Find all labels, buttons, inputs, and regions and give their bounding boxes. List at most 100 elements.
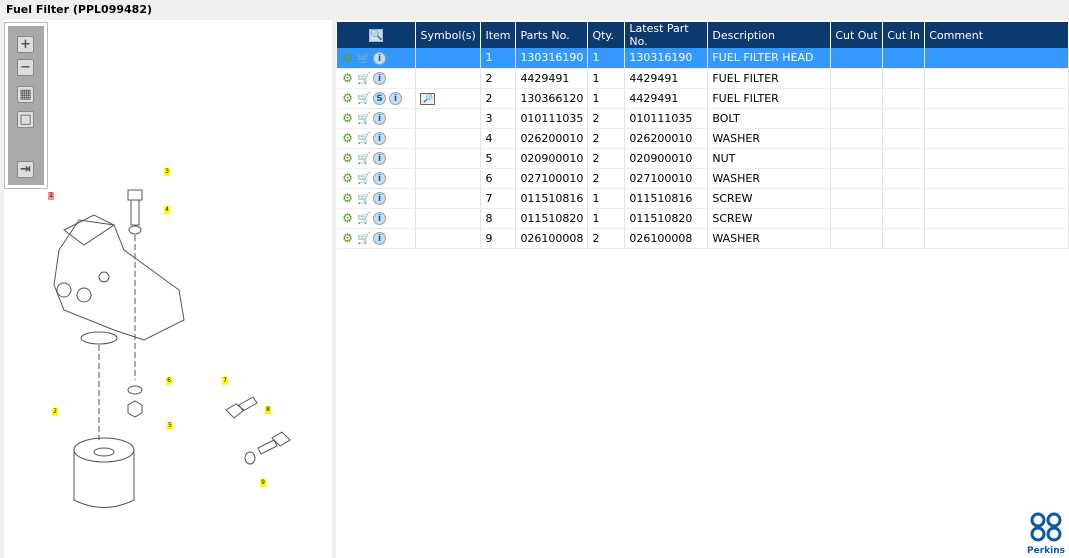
- gear-icon[interactable]: ⚙: [341, 191, 354, 205]
- part-cell: 027100010: [515, 168, 589, 189]
- book-icon[interactable]: 🔎: [420, 93, 436, 105]
- column-header[interactable]: Comment: [924, 22, 1069, 48]
- comment-cell: [924, 188, 1069, 209]
- search-icon[interactable]: 🔍: [369, 29, 384, 42]
- info-icon[interactable]: i: [389, 91, 402, 105]
- comment-cell: [924, 88, 1069, 109]
- table-row[interactable]: ⚙ 🛒 i 6 027100010 2 027100010 WASHER: [337, 168, 1069, 189]
- column-header[interactable]: Cut Out: [830, 22, 884, 48]
- perkins-logo: Perkins: [1027, 511, 1065, 556]
- item-cell: 7: [480, 188, 517, 209]
- parts-table: 🔍 Symbol(s) Item Parts No. Qty. Latest Part N…: [337, 22, 1069, 249]
- comment-cell: [924, 48, 1069, 69]
- info-icon[interactable]: i: [373, 71, 386, 85]
- cut-in-cell: [882, 48, 926, 69]
- gear-icon[interactable]: ⚙: [341, 131, 354, 145]
- table-row[interactable]: ⚙ 🛒 i 2 4429491 1 4429491 FUEL FILTER: [337, 68, 1069, 89]
- desc-cell: SCREW: [707, 208, 832, 229]
- info-icon[interactable]: i: [373, 51, 386, 65]
- table-row[interactable]: ⚙ 🛒 i 8 011510820 1 011510820 SCREW: [337, 208, 1069, 229]
- callout-7[interactable]: 7: [222, 377, 228, 385]
- cart-icon[interactable]: 🛒: [357, 52, 371, 65]
- column-header[interactable]: Description: [707, 22, 832, 48]
- gear-icon[interactable]: ⚙: [341, 51, 354, 65]
- qty-cell: 1: [587, 188, 626, 209]
- callout-4[interactable]: 4: [164, 206, 170, 214]
- cart-icon[interactable]: 🛒: [357, 232, 371, 245]
- cut-out-cell: [830, 188, 884, 209]
- callout-2[interactable]: 2: [52, 408, 58, 416]
- cut-out-cell: [830, 168, 884, 189]
- symbol-cell: [415, 188, 482, 209]
- table-row[interactable]: ⚙ 🛒 i 9 026100008 2 026100008 WASHER: [337, 228, 1069, 249]
- item-cell: 5: [480, 148, 517, 169]
- column-header[interactable]: Parts No.: [515, 22, 589, 48]
- gear-icon[interactable]: ⚙: [341, 171, 354, 185]
- table-row[interactable]: ⚙ 🛒 Si 🔎 2 130366120 1 4429491 FUEL FILTER: [337, 88, 1069, 109]
- info-icon[interactable]: i: [373, 151, 386, 165]
- callout-9[interactable]: 9: [260, 479, 266, 487]
- info-icon[interactable]: i: [373, 211, 386, 225]
- part-cell: 130316190: [515, 48, 589, 69]
- info-icon[interactable]: i: [373, 171, 386, 185]
- cart-icon[interactable]: 🛒: [357, 72, 371, 85]
- table-row[interactable]: ⚙ 🛒 i 7 011510816 1 011510816 SCREW: [337, 188, 1069, 209]
- gear-icon[interactable]: ⚙: [341, 91, 354, 105]
- column-header[interactable]: Qty.: [587, 22, 626, 48]
- callout-3[interactable]: 3: [164, 168, 170, 176]
- desc-cell: FUEL FILTER: [707, 88, 832, 109]
- cut-in-cell: [882, 68, 926, 89]
- callout-8[interactable]: 8: [265, 406, 271, 414]
- service-icon[interactable]: S: [373, 91, 386, 105]
- comment-cell: [924, 148, 1069, 169]
- table-row[interactable]: ⚙ 🛒 i 5 020900010 2 020900010 NUT: [337, 148, 1069, 169]
- column-header[interactable]: Latest Part No.: [624, 22, 709, 48]
- diagram-panel[interactable]: + − ▦ □ ⇥ 1 2 3 4 5 6 7 8 9: [4, 20, 332, 558]
- item-cell: 9: [480, 228, 517, 249]
- cut-in-cell: [882, 228, 926, 249]
- desc-cell: WASHER: [707, 168, 832, 189]
- callout-1[interactable]: 1: [48, 192, 54, 200]
- latest-cell: 4429491: [624, 88, 709, 109]
- column-header[interactable]: Symbol(s): [415, 22, 482, 48]
- actions-cell: ⚙ 🛒 i: [337, 108, 417, 129]
- cart-icon[interactable]: 🛒: [357, 112, 371, 125]
- info-icon[interactable]: i: [373, 231, 386, 245]
- perkins-logo-icon: [1030, 512, 1062, 542]
- symbol-cell: [415, 168, 482, 189]
- gear-icon[interactable]: ⚙: [341, 111, 354, 125]
- exploded-view-diagram: [53, 189, 291, 508]
- table-row[interactable]: ⚙ 🛒 i 3 010111035 2 010111035 BOLT: [337, 108, 1069, 129]
- cart-icon[interactable]: 🛒: [357, 172, 371, 185]
- column-header[interactable]: Item: [480, 22, 517, 48]
- actions-cell: ⚙ 🛒 i: [337, 48, 417, 69]
- parts-list-panel: 🔍 Symbol(s) Item Parts No. Qty. Latest Part N…: [336, 20, 1069, 558]
- callout-5[interactable]: 5: [167, 422, 173, 430]
- cart-icon[interactable]: 🛒: [357, 152, 371, 165]
- gear-icon[interactable]: ⚙: [341, 211, 354, 225]
- gear-icon[interactable]: ⚙: [341, 231, 354, 245]
- column-header[interactable]: Cut In: [882, 22, 926, 48]
- cart-icon[interactable]: 🛒: [357, 92, 371, 105]
- cut-out-cell: [830, 228, 884, 249]
- info-icon[interactable]: i: [373, 191, 386, 205]
- search-column-header[interactable]: 🔍: [337, 22, 417, 48]
- gear-icon[interactable]: ⚙: [341, 71, 354, 85]
- table-row[interactable]: ⚙ 🛒 i 4 026200010 2 026200010 WASHER: [337, 128, 1069, 149]
- comment-cell: [924, 128, 1069, 149]
- desc-cell: SCREW: [707, 188, 832, 209]
- window-title: Fuel Filter (PPL099482): [0, 0, 1069, 20]
- cart-icon[interactable]: 🛒: [357, 212, 371, 225]
- gear-icon[interactable]: ⚙: [341, 151, 354, 165]
- callout-6[interactable]: 6: [166, 377, 172, 385]
- comment-cell: [924, 108, 1069, 129]
- info-icon[interactable]: i: [373, 111, 386, 125]
- cut-in-cell: [882, 148, 926, 169]
- qty-cell: 2: [587, 108, 626, 129]
- cart-icon[interactable]: 🛒: [357, 132, 371, 145]
- info-icon[interactable]: i: [373, 131, 386, 145]
- table-row[interactable]: ⚙ 🛒 i 1 130316190 1 130316190 FUEL FILTER HEAD: [337, 48, 1069, 69]
- cut-in-cell: [882, 88, 926, 109]
- cart-icon[interactable]: 🛒: [357, 192, 371, 205]
- qty-cell: 2: [587, 228, 626, 249]
